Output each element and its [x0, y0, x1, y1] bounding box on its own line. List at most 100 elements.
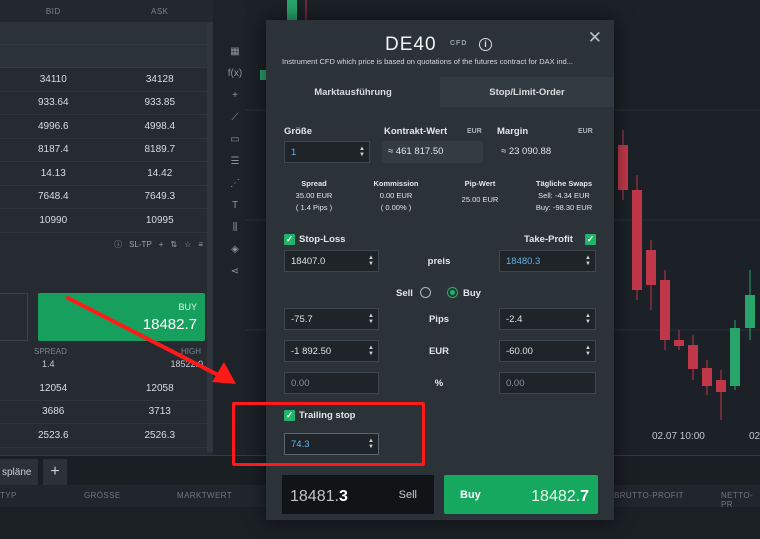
- menu-icon[interactable]: ≡: [198, 240, 203, 249]
- sell-order-button[interactable]: 18481.3 Sell: [282, 475, 434, 514]
- layout-icon[interactable]: ▦: [224, 40, 246, 62]
- trendline-icon[interactable]: ⟋: [224, 106, 246, 128]
- column-header[interactable]: BRUTTO-PROFIT: [614, 491, 684, 500]
- ask-column-header: ASK: [150, 6, 169, 16]
- swaps-buy: Buy: -98.30 EUR: [535, 203, 593, 212]
- bid-value: 7648.4: [37, 191, 69, 203]
- tab-trading-plans[interactable]: spläne: [0, 459, 38, 486]
- stepper-icon[interactable]: ▲ ▼: [585, 255, 591, 267]
- spread-pips: ( 1.4 Pips ): [295, 203, 333, 212]
- bid-column-header: BID: [45, 6, 61, 16]
- fibonacci-icon[interactable]: ☰: [224, 150, 246, 172]
- pip-value-label: Pip-Wert: [464, 179, 496, 188]
- trading-app: BID ASK 34110 34128 933.64 933.85 4996.6 49…: [0, 0, 760, 539]
- watchlist-group-row[interactable]: [0, 45, 213, 68]
- buy-button-label: Buy: [460, 489, 481, 501]
- take-profit-price-input[interactable]: 18480.3 ▲ ▼: [499, 250, 596, 272]
- spread-label: Spread: [301, 179, 327, 188]
- stop-loss-eur-input[interactable]: -1 892.50 ▲ ▼: [284, 340, 379, 362]
- stepper-icon[interactable]: ▲ ▼: [359, 146, 365, 158]
- watchlist-row[interactable]: 3686 3713: [0, 401, 213, 424]
- buy-radio[interactable]: [447, 287, 458, 298]
- add-tab-button[interactable]: +: [43, 459, 67, 486]
- commission-label: Kommission: [373, 179, 419, 188]
- stepper-icon[interactable]: ▲ ▼: [585, 313, 591, 325]
- stop-loss-pips-input[interactable]: -75.7 ▲ ▼: [284, 308, 379, 330]
- chart-drawing-toolbar: ▦ f(x) + ⟋ ▭ ☰ ⋰ T ⫼ ◈ ⋖: [224, 40, 246, 460]
- watchlist-group-row[interactable]: [0, 22, 213, 45]
- stop-loss-price-input[interactable]: 18407.0 ▲ ▼: [284, 250, 379, 272]
- bid-value: 10990: [39, 214, 68, 226]
- ask-value: 8189.7: [144, 144, 176, 156]
- ask-value: 12058: [145, 382, 174, 394]
- measure-icon[interactable]: ⫼: [224, 216, 246, 238]
- watchlist-row[interactable]: 933.64 933.85: [0, 92, 213, 115]
- stepper-icon[interactable]: ▲ ▼: [368, 313, 374, 325]
- stop-loss-percent-input[interactable]: 0.00: [284, 372, 379, 394]
- info-icon[interactable]: i: [479, 38, 492, 51]
- crosshair-icon[interactable]: +: [224, 84, 246, 106]
- info-icon[interactable]: ⓘ: [114, 239, 122, 250]
- ask-value: 3713: [148, 406, 171, 418]
- star-icon[interactable]: ☆: [184, 240, 191, 249]
- bid-value: 4996.6: [37, 120, 69, 132]
- take-profit-percent-input[interactable]: 0.00: [499, 372, 596, 394]
- chart-icon[interactable]: ⇅: [170, 240, 177, 249]
- watchlist-row[interactable]: 12054 12058: [0, 377, 213, 401]
- contract-value-label: Kontrakt-Wert: [384, 126, 448, 137]
- ask-value: 10995: [145, 214, 174, 226]
- column-header[interactable]: MARKTWERT: [177, 491, 232, 500]
- watchlist-row[interactable]: 14.13 14.42: [0, 162, 213, 186]
- ask-value: 933.85: [144, 97, 176, 109]
- share-icon[interactable]: ⋖: [224, 260, 246, 282]
- sell-price-last-digit: 3: [338, 488, 348, 505]
- add-icon[interactable]: +: [159, 240, 164, 249]
- layers-icon[interactable]: ◈: [224, 238, 246, 260]
- watchlist-row[interactable]: 8187.4 8189.7: [0, 139, 213, 162]
- stop-loss-percent: 0.00: [291, 378, 310, 389]
- tab-market-execution[interactable]: Marktausführung: [266, 77, 440, 107]
- candle: [618, 145, 628, 190]
- take-profit-checkbox[interactable]: ✓: [585, 234, 596, 245]
- watchlist-rows-lower: 12054 12058 3686 3713 2523.6 2526.3: [0, 377, 213, 448]
- sell-radio[interactable]: [420, 287, 431, 298]
- take-profit-pips: -2.4: [506, 314, 523, 325]
- channel-icon[interactable]: ⋰: [224, 172, 246, 194]
- text-icon[interactable]: T: [224, 194, 246, 216]
- sell-button[interactable]: [0, 293, 28, 341]
- sl-tp-label[interactable]: SL-TP: [129, 240, 152, 249]
- size-input[interactable]: 1 ▲ ▼: [284, 141, 370, 163]
- buy-order-button[interactable]: Buy 18482.7: [444, 475, 598, 514]
- bid-value: 12054: [39, 382, 68, 394]
- column-header[interactable]: TYP: [0, 491, 17, 500]
- buy-radio-label: Buy: [463, 288, 481, 299]
- tab-stop-limit-order[interactable]: Stop/Limit-Order: [440, 77, 614, 107]
- stepper-icon[interactable]: ▲ ▼: [368, 345, 374, 357]
- stepper-icon[interactable]: ▲ ▼: [585, 345, 591, 357]
- take-profit-eur-input[interactable]: -60.00 ▲ ▼: [499, 340, 596, 362]
- watchlist-row[interactable]: 2523.6 2526.3: [0, 424, 213, 448]
- percent-label: %: [434, 378, 444, 389]
- daily-swaps-label: Tägliche Swaps: [535, 179, 593, 188]
- watchlist-row[interactable]: 10990 10995: [0, 209, 213, 233]
- stepper-icon[interactable]: ▲ ▼: [368, 255, 374, 267]
- swaps-sell: Sell: -4.34 EUR: [538, 191, 590, 200]
- ask-value: 14.42: [147, 167, 173, 179]
- watchlist-row[interactable]: 4996.6 4998.4: [0, 115, 213, 139]
- stop-loss-label: Stop-Loss: [299, 234, 346, 245]
- buy-button[interactable]: BUY 18482.7: [38, 293, 205, 341]
- bid-value: 34110: [39, 73, 67, 85]
- stop-loss-checkbox[interactable]: ✓: [284, 234, 295, 245]
- close-icon[interactable]: ✕: [588, 28, 602, 48]
- size-value: 1: [291, 147, 297, 158]
- candle: [660, 280, 670, 340]
- watchlist-scrollbar[interactable]: [207, 22, 213, 452]
- buy-label: BUY: [178, 302, 197, 312]
- watchlist-row[interactable]: 34110 34128: [0, 68, 213, 92]
- watchlist-header: BID ASK: [0, 0, 213, 22]
- rectangle-icon[interactable]: ▭: [224, 128, 246, 150]
- watchlist-row[interactable]: 7648.4 7649.3: [0, 186, 213, 209]
- take-profit-pips-input[interactable]: -2.4 ▲ ▼: [499, 308, 596, 330]
- indicator-icon[interactable]: f(x): [224, 62, 246, 84]
- column-header[interactable]: GRÖSSE: [84, 491, 121, 500]
